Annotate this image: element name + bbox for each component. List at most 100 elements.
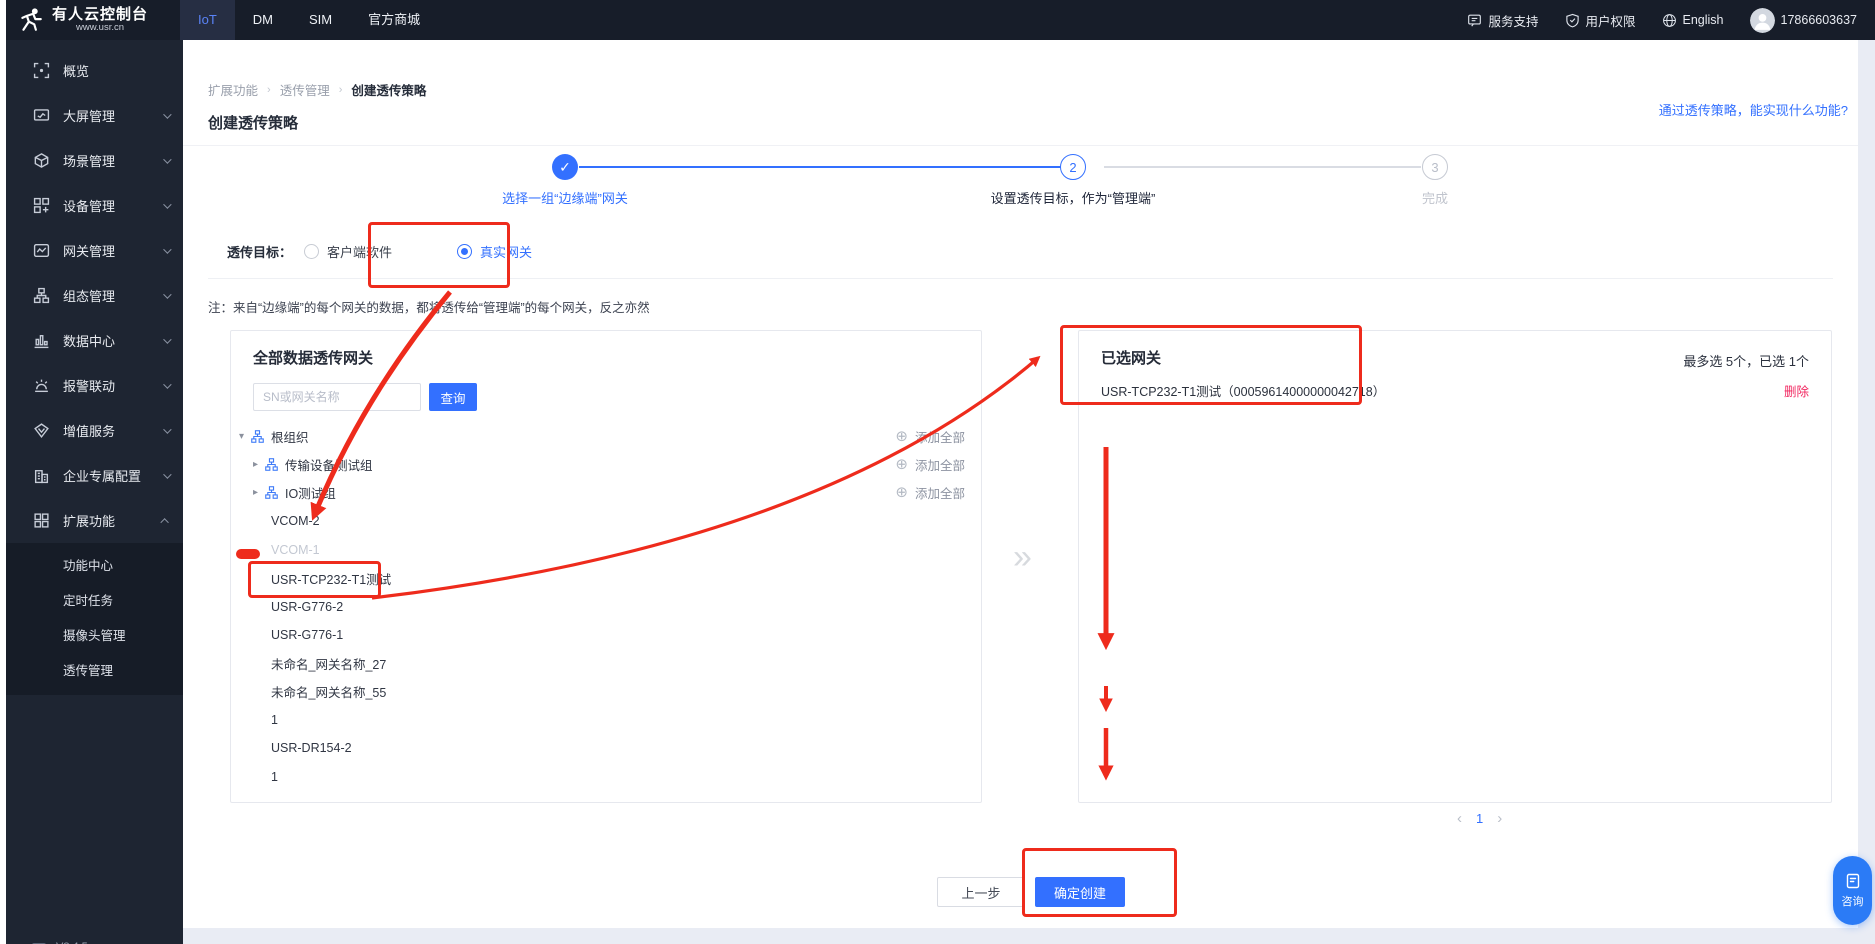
tree-node-gateway-disabled[interactable]: VCOM-1 — [231, 536, 981, 564]
caret-right-icon[interactable]: ▸ — [253, 459, 265, 470]
breadcrumb-current: 创建透传策略 — [351, 80, 426, 99]
tree-node-label: IO测试组 — [285, 483, 336, 502]
shield-icon — [1565, 13, 1580, 28]
breadcrumb-passthrough-management[interactable]: 透传管理 — [280, 80, 330, 99]
plus-circle-icon: ⊕ — [895, 485, 908, 500]
note-text: 注：来自“边缘端”的每个网关的数据，都将透传给“管理端”的每个网关，反之亦然 — [208, 297, 650, 316]
device-icon — [33, 197, 50, 214]
tree-node-root[interactable]: ▾ 根组织 — [231, 422, 981, 450]
pagination-prev-icon[interactable]: ‹ — [1457, 810, 1462, 827]
radio-client-software[interactable] — [304, 244, 319, 259]
tree-node-label: 根组织 — [271, 427, 309, 446]
tree-node-label: USR-G776-1 — [271, 628, 343, 642]
tree-node-gateway[interactable]: USR-DR154-2 — [231, 734, 981, 762]
sidebar-item-enterprise-config[interactable]: 企业专属配置 — [6, 453, 183, 498]
sidebar-item-overview[interactable]: 概览 — [6, 48, 183, 93]
previous-step-button[interactable]: 上一步 — [937, 877, 1025, 907]
account-menu[interactable]: 17866603637 — [1750, 8, 1857, 33]
sidebar-item-data-center[interactable]: 数据中心 — [6, 318, 183, 363]
tree-node-gateway[interactable]: 1 — [231, 706, 981, 734]
sidebar-item-extended-functions[interactable]: 扩展功能 — [6, 498, 183, 543]
language-switch[interactable]: English — [1662, 13, 1724, 28]
sidebar-item-gateway-management[interactable]: 网关管理 — [6, 228, 183, 273]
add-all-group2-button[interactable]: ⊕ 添加全部 — [895, 480, 965, 504]
sidebar-item-label: 场景管理 — [63, 151, 115, 170]
check-icon: ✓ — [559, 159, 571, 176]
tree-node-label: 1 — [271, 770, 278, 784]
tree-node-group[interactable]: ▸ 传输设备测试组 — [231, 450, 981, 478]
help-link[interactable]: 通过透传策略，能实现什么功能? — [1659, 100, 1848, 119]
add-all-label: 添加全部 — [915, 455, 965, 474]
chevron-down-icon — [163, 245, 171, 253]
logo[interactable]: 有人云控制台 www.usr.cn — [6, 7, 178, 34]
tree-node-gateway[interactable]: USR-G776-1 — [231, 621, 981, 649]
tree-node-gateway-selected[interactable]: USR-TCP232-T1测试 — [231, 564, 981, 592]
main-content: 扩展功能 › 透传管理 › 创建透传策略 通过透传策略，能实现什么功能? 创建透… — [183, 40, 1858, 928]
tab-sim[interactable]: SIM — [291, 0, 350, 40]
sidebar-item-label: 概览 — [63, 61, 89, 80]
query-button[interactable]: 查询 — [429, 383, 477, 411]
breadcrumb-extended-functions[interactable]: 扩展功能 — [208, 80, 258, 99]
scada-icon — [33, 287, 50, 304]
submenu-item-function-center[interactable]: 功能中心 — [6, 549, 183, 584]
document-icon — [1845, 873, 1861, 889]
sidebar-item-scene-management[interactable]: 场景管理 — [6, 138, 183, 183]
sidebar-item-scada-management[interactable]: 组态管理 — [6, 273, 183, 318]
radio-real-gateway-label[interactable]: 真实网关 — [480, 242, 532, 261]
tab-dm[interactable]: DM — [235, 0, 291, 40]
consult-float-button[interactable]: 咨询 — [1833, 856, 1872, 925]
sidebar-item-value-added-services[interactable]: 增值服务 — [6, 408, 183, 453]
delete-button[interactable]: 删除 — [1784, 381, 1809, 400]
service-support-link[interactable]: 服务支持 — [1467, 11, 1538, 30]
tree-node-label: 传输设备测试组 — [285, 455, 373, 474]
chevron-down-icon — [163, 335, 171, 343]
step-1-label: 选择一组“边缘端”网关 — [502, 188, 628, 207]
add-all-root-button[interactable]: ⊕ 添加全部 — [895, 424, 965, 448]
confirm-create-button[interactable]: 确定创建 — [1035, 877, 1125, 907]
breadcrumb-separator: › — [339, 84, 343, 96]
transfer-chevron-icon: » — [1013, 538, 1029, 577]
tree-node-gateway[interactable]: USR-G776-2 — [231, 592, 981, 620]
page-title: 创建透传策略 — [208, 112, 298, 133]
tree-node-gateway[interactable]: VCOM-2 — [231, 507, 981, 535]
sidebar-item-label: 设备管理 — [63, 196, 115, 215]
divider — [183, 145, 1858, 146]
plus-circle-icon: ⊕ — [895, 429, 908, 444]
add-all-label: 添加全部 — [915, 483, 965, 502]
vas-icon — [33, 422, 50, 439]
add-all-group1-button[interactable]: ⊕ 添加全部 — [895, 452, 965, 476]
sidebar-item-screen-management[interactable]: 大屏管理 — [6, 93, 183, 138]
user-permissions-link[interactable]: 用户权限 — [1565, 11, 1636, 30]
extended-functions-submenu: 功能中心 定时任务 摄像头管理 透传管理 — [6, 543, 183, 695]
sidebar-item-label: 扩展功能 — [63, 511, 115, 530]
tree-node-gateway[interactable]: 未命名_网关名称_55 — [231, 678, 981, 706]
caret-down-icon[interactable]: ▾ — [239, 431, 251, 442]
avatar — [1750, 8, 1775, 33]
step-3-indicator: 3 — [1422, 154, 1448, 180]
chevron-down-icon — [163, 425, 171, 433]
sidebar: 概览 大屏管理 场景管理 设备管理 网关管理 组态管理 数据中心 报警联动 增值… — [6, 40, 183, 944]
sidebar-item-device-management[interactable]: 设备管理 — [6, 183, 183, 228]
caret-right-icon[interactable]: ▸ — [253, 487, 265, 498]
step-connector-pending — [1104, 166, 1421, 168]
submenu-item-passthrough-management[interactable]: 透传管理 — [6, 654, 183, 689]
sidebar-item-alarm-linkage[interactable]: 报警联动 — [6, 363, 183, 408]
tree-node-gateway[interactable]: 未命名_网关名称_27 — [231, 649, 981, 677]
extension-icon — [33, 512, 50, 529]
radio-real-gateway[interactable] — [457, 244, 472, 259]
tree-node-gateway[interactable]: 1 — [231, 763, 981, 791]
pagination-next-icon[interactable]: › — [1497, 810, 1502, 827]
tab-iot[interactable]: IoT — [180, 0, 235, 40]
submenu-item-camera-management[interactable]: 摄像头管理 — [6, 619, 183, 654]
globe-icon — [1662, 13, 1677, 28]
tree-node-label: VCOM-1 — [271, 543, 320, 557]
tree-node-label: 未命名_网关名称_55 — [271, 682, 386, 701]
sidebar-item-label: 数据中心 — [63, 331, 115, 350]
submenu-item-scheduled-tasks[interactable]: 定时任务 — [6, 584, 183, 619]
pagination-page-1[interactable]: 1 — [1476, 811, 1483, 826]
tree-node-group[interactable]: ▸ IO测试组 — [231, 479, 981, 507]
radio-client-software-label[interactable]: 客户端软件 — [327, 242, 392, 261]
search-input[interactable] — [253, 383, 421, 411]
sidebar-item-label: 大屏管理 — [63, 106, 115, 125]
tab-mall[interactable]: 官方商城 — [350, 0, 438, 40]
